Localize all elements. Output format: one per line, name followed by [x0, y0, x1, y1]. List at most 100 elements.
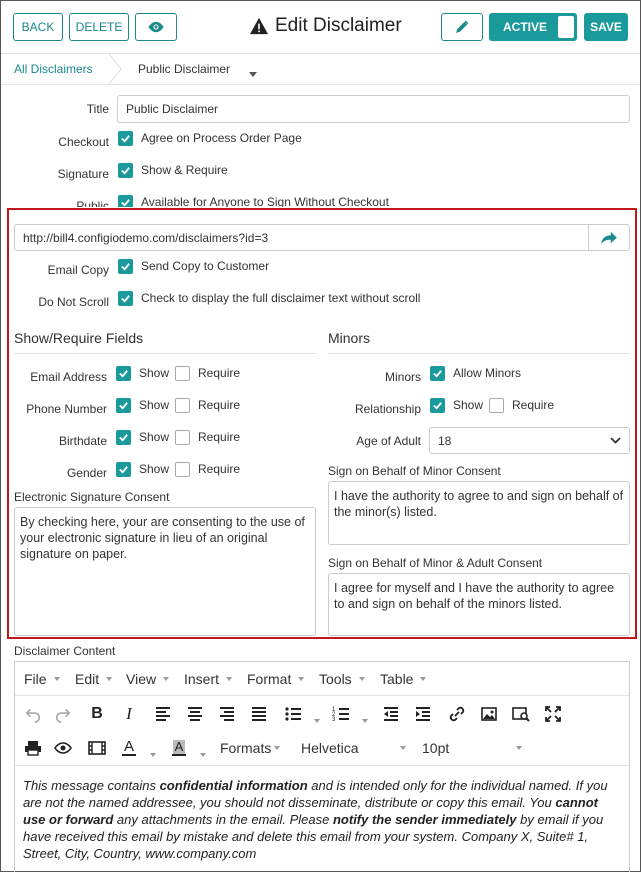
editor-content[interactable]: This message contains confidential infor… — [23, 777, 623, 862]
media-search-icon[interactable] — [511, 704, 531, 724]
outdent-icon[interactable] — [381, 704, 401, 724]
back-button[interactable]: BACK — [13, 13, 63, 41]
adult-consent-label: Sign on Behalf of Minor & Adult Consent — [328, 556, 543, 570]
birthdate-require-checkbox[interactable] — [175, 430, 190, 445]
email-require-checkbox[interactable] — [175, 366, 190, 381]
delete-button[interactable]: DELETE — [69, 13, 129, 41]
no-scroll-text: Check to display the full disclaimer tex… — [141, 291, 421, 305]
title-label: Title — [86, 102, 109, 116]
active-label: ACTIVE — [503, 20, 548, 34]
email-copy-label: Email Copy — [47, 263, 109, 277]
age-select[interactable]: 18 — [429, 427, 630, 454]
preview-button[interactable] — [135, 13, 177, 41]
title-input[interactable]: Public Disclaimer — [117, 95, 630, 123]
adult-consent-textarea[interactable]: I agree for myself and I have the author… — [328, 573, 630, 636]
email-copy-checkbox[interactable] — [118, 259, 133, 274]
public-row-clip: Public Available for Anyone to Sign With… — [1, 191, 641, 207]
align-center-icon[interactable] — [185, 704, 205, 724]
align-right-icon[interactable] — [217, 704, 237, 724]
justify-icon[interactable] — [249, 704, 269, 724]
fullscreen-icon[interactable] — [543, 704, 563, 724]
relationship-require-checkbox[interactable] — [489, 398, 504, 413]
divider — [328, 353, 630, 354]
public-checkbox[interactable] — [118, 195, 133, 207]
page-title: Edit Disclaimer — [249, 15, 402, 37]
allow-minors-checkbox[interactable] — [430, 366, 445, 381]
bullet-list-icon[interactable] — [283, 704, 303, 724]
align-left-icon[interactable] — [153, 704, 173, 724]
menu-insert[interactable]: Insert — [184, 671, 233, 687]
menu-table[interactable]: Table — [380, 671, 427, 687]
gender-show-checkbox[interactable] — [116, 462, 131, 477]
show-text: Show — [139, 462, 170, 476]
chevron-down-icon[interactable] — [311, 712, 320, 726]
fields-section-title: Show/Require Fields — [14, 330, 144, 346]
link-icon[interactable] — [447, 704, 467, 724]
breadcrumb-all[interactable]: All Disclaimers — [14, 62, 93, 76]
divider — [15, 765, 629, 766]
gender-require-checkbox[interactable] — [175, 462, 190, 477]
chevron-down-icon[interactable] — [197, 746, 206, 760]
require-text: Require — [198, 398, 241, 412]
url-input[interactable]: http://bill4.configiodemo.com/disclaimer… — [14, 224, 589, 251]
indent-icon[interactable] — [413, 704, 433, 724]
divider — [1, 53, 640, 54]
minors-section-title: Minors — [328, 330, 371, 346]
share-button[interactable] — [588, 224, 630, 251]
birthdate-show-checkbox[interactable] — [116, 430, 131, 445]
menu-format[interactable]: Format — [247, 671, 305, 687]
relationship-show-checkbox[interactable] — [430, 398, 445, 413]
bold-icon[interactable]: B — [87, 704, 107, 724]
behalf-textarea[interactable]: I have the authority to agree to and sig… — [328, 481, 630, 545]
chevron-down-icon[interactable] — [359, 712, 368, 726]
formats-dropdown[interactable]: Formats — [220, 740, 281, 756]
menu-file[interactable]: File — [24, 671, 60, 687]
esig-textarea[interactable]: By checking here, your are consenting to… — [14, 507, 316, 636]
show-text: Show — [139, 430, 170, 444]
signature-label: Signature — [57, 167, 109, 181]
chevron-down-icon — [610, 437, 621, 444]
require-text: Require — [198, 462, 241, 476]
media-icon[interactable] — [87, 738, 107, 758]
italic-icon[interactable]: I — [119, 704, 139, 724]
undo-icon[interactable] — [23, 704, 43, 724]
print-icon[interactable] — [23, 738, 43, 758]
menu-edit[interactable]: Edit — [75, 671, 113, 687]
checkout-label: Checkout — [58, 135, 109, 149]
redo-icon[interactable] — [53, 704, 73, 724]
title-text: Edit Disclaimer — [275, 15, 402, 36]
numbered-list-icon[interactable]: 123 — [331, 704, 351, 724]
show-text: Show — [453, 398, 484, 412]
signature-checkbox[interactable] — [118, 163, 133, 178]
checkout-checkbox[interactable] — [118, 131, 133, 146]
eye-icon — [148, 21, 164, 33]
phone-show-checkbox[interactable] — [116, 398, 131, 413]
editor-label: Disclaimer Content — [14, 644, 116, 658]
menu-tools[interactable]: Tools — [319, 671, 365, 687]
pencil-icon — [456, 20, 469, 33]
behalf-label: Sign on Behalf of Minor Consent — [328, 464, 501, 478]
checkout-text: Agree on Process Order Page — [141, 131, 302, 145]
preview-eye-icon[interactable] — [53, 738, 73, 758]
image-icon[interactable] — [479, 704, 499, 724]
text-color-icon[interactable]: A — [119, 738, 139, 758]
field-label-birthdate: Birthdate — [58, 434, 107, 448]
edit-button[interactable] — [441, 13, 483, 41]
background-color-icon[interactable]: A — [169, 738, 189, 758]
chevron-down-icon[interactable] — [249, 66, 257, 80]
breadcrumb-current[interactable]: Public Disclaimer — [138, 62, 230, 76]
save-button[interactable]: SAVE — [584, 13, 628, 41]
public-text: Available for Anyone to Sign Without Che… — [141, 195, 389, 207]
no-scroll-checkbox[interactable] — [118, 291, 133, 306]
font-family-select[interactable]: Helvetica — [301, 740, 406, 756]
email-show-checkbox[interactable] — [116, 366, 131, 381]
menu-view[interactable]: View — [126, 671, 170, 687]
font-size-select[interactable]: 10pt — [422, 740, 522, 756]
share-icon — [601, 231, 617, 244]
show-text: Show — [139, 366, 170, 380]
divider — [14, 353, 316, 354]
chevron-down-icon[interactable] — [147, 746, 156, 760]
active-toggle[interactable]: ACTIVE — [489, 13, 577, 41]
toggle-knob — [558, 16, 574, 38]
phone-require-checkbox[interactable] — [175, 398, 190, 413]
